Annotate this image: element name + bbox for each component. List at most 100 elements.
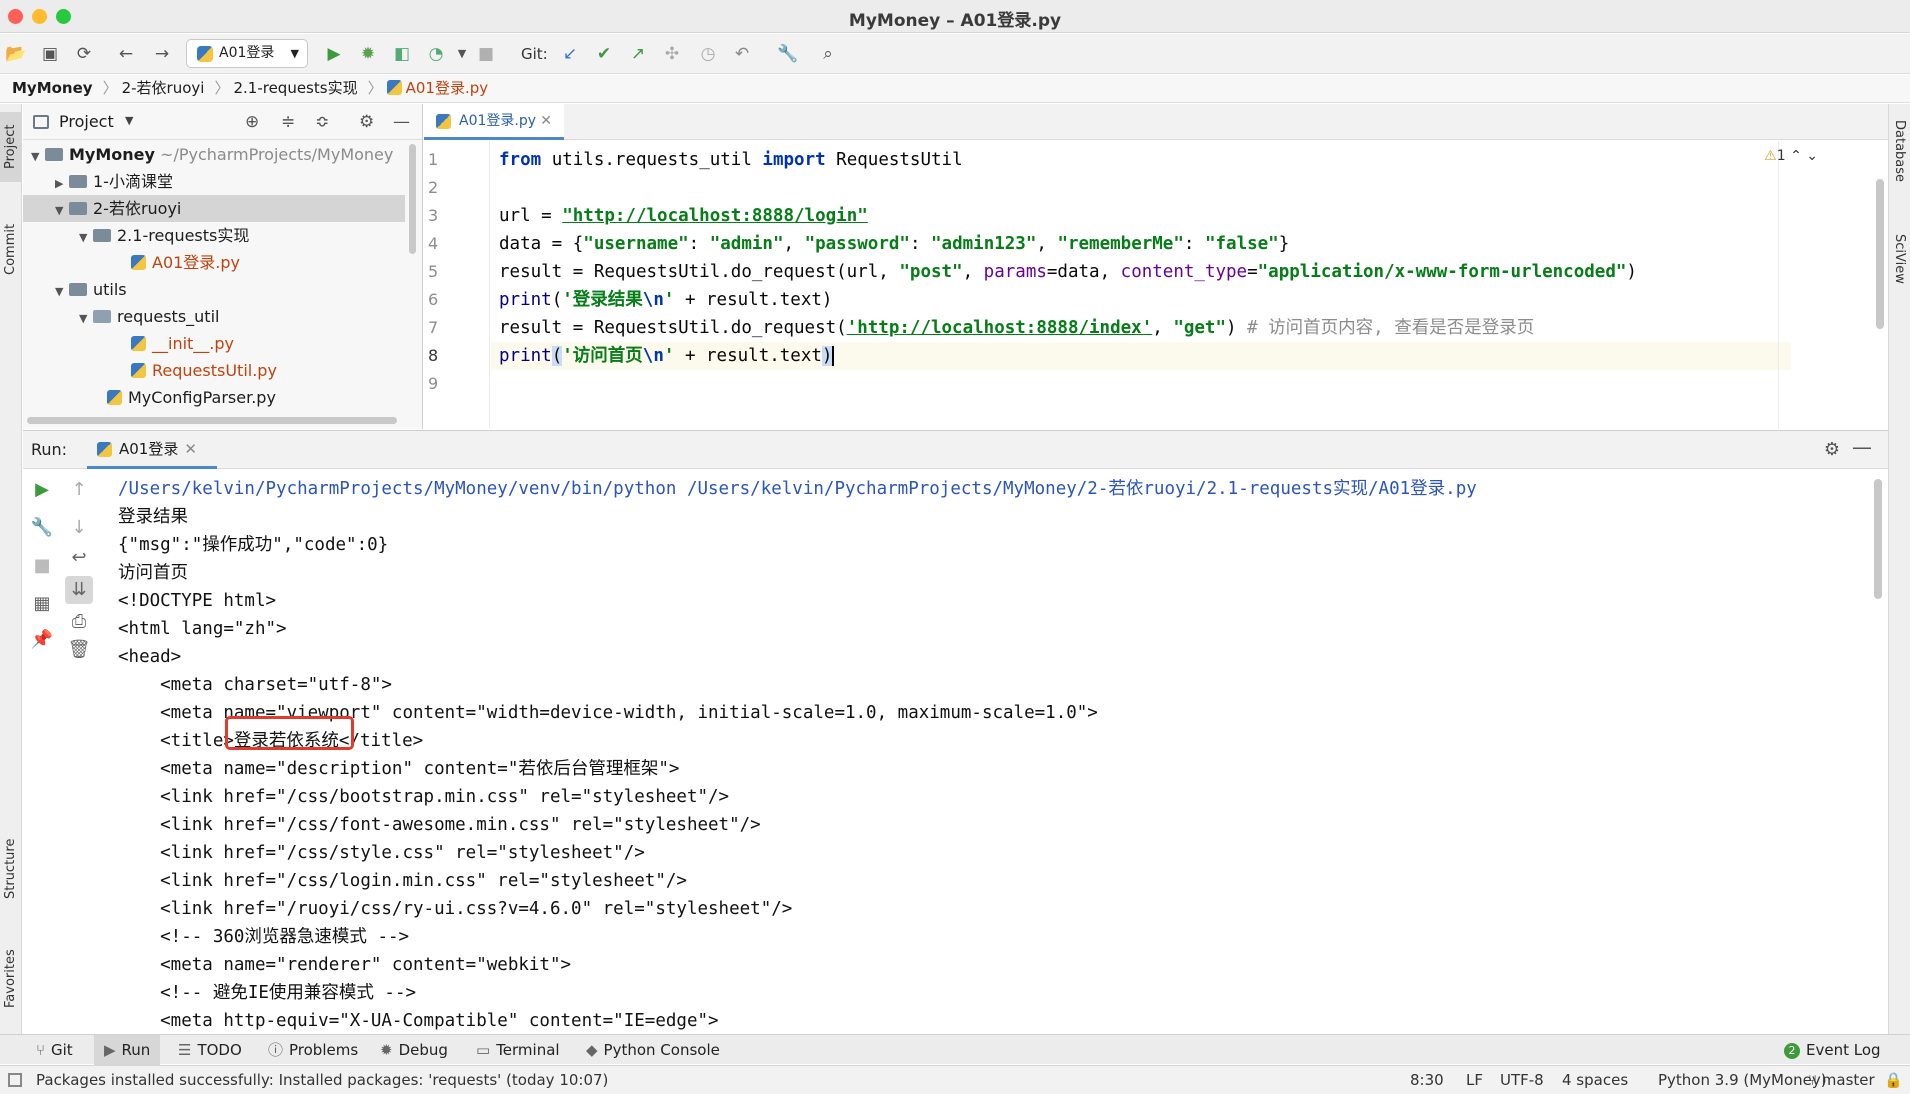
git-history-icon[interactable]: ◷ (696, 42, 720, 66)
profile-menu-chevron-icon[interactable]: ▼ (450, 42, 474, 66)
warnings-indicator[interactable]: ⚠1 ⌃ ⌄ (1764, 148, 1818, 164)
lock-icon[interactable]: 🔒 (1884, 1066, 1903, 1094)
terminal-tool-button[interactable]: ▭ Terminal (466, 1035, 570, 1065)
arrow-up-icon[interactable]: ↑ (65, 476, 93, 504)
rerun-icon[interactable]: ▶ (28, 476, 56, 504)
expanded-arrow-icon[interactable]: ▼ (55, 278, 69, 305)
expand-all-icon[interactable]: ≑ (281, 112, 295, 132)
run-tool-button[interactable]: ▶ Run (94, 1035, 161, 1065)
stop-icon[interactable]: ■ (28, 552, 56, 580)
expanded-arrow-icon[interactable]: ▼ (55, 197, 69, 224)
tree-item-folder[interactable]: ▼ 2.1-requests实现 (23, 222, 405, 249)
indent-setting[interactable]: 4 spaces (1562, 1066, 1628, 1094)
save-icon[interactable]: ▣ (38, 42, 62, 66)
git-branch[interactable]: ⑂ master (1808, 1066, 1875, 1094)
arrow-down-icon[interactable]: ↓ (65, 514, 93, 542)
folder-icon (69, 283, 87, 296)
soft-wrap-icon[interactable]: ↩ (65, 544, 93, 572)
debug-icon[interactable]: ✹ (356, 42, 380, 66)
file-encoding[interactable]: UTF-8 (1500, 1066, 1544, 1094)
python-icon: ◆ (586, 1041, 598, 1059)
run-icon[interactable]: ▶ (322, 42, 346, 66)
settings-wrench-icon[interactable]: 🔧 (776, 42, 800, 66)
commit-tool-tab[interactable]: Commit (0, 214, 22, 284)
git-merge-icon[interactable]: ✣ (660, 42, 684, 66)
event-log-button[interactable]: 2 Event Log (1774, 1035, 1891, 1065)
project-view-selector[interactable]: Project (59, 112, 114, 131)
pin-icon[interactable]: 📌 (28, 626, 56, 654)
tree-item-file[interactable]: A01登录.py (23, 249, 405, 276)
git-tool-button[interactable]: ⑂ Git (26, 1035, 83, 1065)
project-horizontal-scrollbar[interactable] (27, 417, 397, 424)
git-commit-icon[interactable]: ✔ (592, 42, 616, 66)
scroll-to-end-icon[interactable]: ⇊ (65, 576, 93, 604)
search-icon[interactable]: ⌕ (816, 42, 840, 66)
console-line: <html lang="zh"> (118, 619, 287, 639)
wrench-icon[interactable]: 🔧 (28, 514, 56, 542)
breadcrumb-folder[interactable]: 2-若依ruoyi (122, 79, 205, 97)
chevron-down-icon[interactable]: ▼ (125, 114, 133, 127)
project-tool-tab[interactable]: Project (0, 112, 22, 182)
console-vertical-scrollbar[interactable] (1874, 479, 1882, 599)
close-icon[interactable]: ✕ (184, 431, 197, 467)
tree-item-file[interactable]: __init__.py (23, 330, 405, 357)
status-message[interactable]: Packages installed successfully: Install… (36, 1066, 608, 1094)
close-icon[interactable]: ✕ (540, 104, 552, 138)
favorites-tool-tab[interactable]: Favorites (0, 934, 22, 1024)
breadcrumb-file[interactable]: A01登录.py (406, 79, 489, 97)
git-update-icon[interactable]: ↙ (558, 42, 582, 66)
tree-item-file[interactable]: RequestsUtil.py (23, 357, 405, 384)
editor-tab-a01[interactable]: A01登录.py ✕ (424, 104, 564, 140)
hide-panel-icon[interactable]: — (393, 112, 410, 132)
git-rollback-icon[interactable]: ↶ (730, 42, 754, 66)
editor-vertical-scrollbar[interactable] (1876, 179, 1884, 329)
chevron-up-icon[interactable]: ⌃ (1790, 148, 1802, 164)
hide-panel-icon[interactable]: — (1852, 435, 1872, 459)
console-line: <meta charset="utf-8"> (118, 675, 392, 695)
tree-item-folder[interactable]: ▶ 1-小滴课堂 (23, 168, 405, 195)
back-icon[interactable]: ← (114, 42, 138, 66)
stop-icon[interactable]: ■ (474, 42, 498, 66)
trash-icon[interactable]: 🗑 (65, 636, 93, 664)
chevron-down-icon[interactable]: ⌄ (1806, 148, 1818, 164)
git-push-icon[interactable]: ↗ (626, 42, 650, 66)
tree-item-mymoney[interactable]: ▼ MyMoney ~/PycharmProjects/MyMoney (23, 141, 405, 168)
gear-icon[interactable]: ⚙ (1824, 439, 1840, 460)
print-icon[interactable]: ⎙ (65, 608, 93, 636)
structure-tool-tab[interactable]: Structure (0, 824, 22, 914)
toggle-tool-windows-icon[interactable] (8, 1073, 22, 1087)
collapsed-arrow-icon[interactable]: ▶ (55, 170, 69, 197)
profile-icon[interactable]: ◔ (424, 42, 448, 66)
run-tab-a01[interactable]: A01登录 ✕ (87, 431, 217, 469)
line-separator[interactable]: LF (1466, 1066, 1483, 1094)
code-editor: A01登录.py ✕ 1 2 3 4 5 6 7 8 9 from utils.… (424, 104, 1888, 429)
expanded-arrow-icon[interactable]: ▼ (79, 305, 93, 332)
caret-position[interactable]: 8:30 (1410, 1066, 1444, 1094)
tree-item-package[interactable]: ▼ requests_util (23, 303, 405, 330)
tree-item-folder-selected[interactable]: ▼ 2-若依ruoyi (23, 195, 405, 222)
sync-icon[interactable]: ⟳ (72, 42, 96, 66)
database-tool-tab[interactable]: Database (1888, 120, 1910, 210)
python-console-tool-button[interactable]: ◆ Python Console (576, 1035, 730, 1065)
debug-tool-button[interactable]: ✹ Debug (370, 1035, 458, 1065)
gear-icon[interactable]: ⚙ (359, 112, 374, 132)
tree-item-file[interactable]: MyConfigParser.py (23, 384, 405, 411)
collapse-all-icon[interactable]: ≎ (315, 112, 329, 132)
locate-file-icon[interactable]: ⊕ (245, 112, 259, 132)
run-with-coverage-icon[interactable]: ◧ (390, 42, 414, 66)
todo-tool-button[interactable]: ☰ TODO (168, 1035, 252, 1065)
console-output[interactable]: /Users/kelvin/PycharmProjects/MyMoney/ve… (118, 475, 1858, 1035)
open-folder-icon[interactable]: 📂 (4, 42, 28, 66)
problems-tool-button[interactable]: ⓘ Problems (258, 1035, 368, 1065)
project-vertical-scrollbar[interactable] (409, 144, 416, 254)
expanded-arrow-icon[interactable]: ▼ (31, 143, 45, 170)
forward-icon[interactable]: → (150, 42, 174, 66)
breadcrumb-subfolder[interactable]: 2.1-requests实现 (233, 79, 357, 97)
run-configuration-selector[interactable]: A01登录 ▼ (186, 39, 308, 68)
breadcrumb-project[interactable]: MyMoney (12, 79, 93, 97)
expanded-arrow-icon[interactable]: ▼ (79, 224, 93, 251)
layout-icon[interactable]: ▦ (28, 590, 56, 618)
tree-item-folder[interactable]: ▼ utils (23, 276, 405, 303)
sciview-tool-tab[interactable]: SciView (1888, 234, 1910, 314)
python-interpreter[interactable]: Python 3.9 (MyMoney) (1658, 1066, 1827, 1094)
